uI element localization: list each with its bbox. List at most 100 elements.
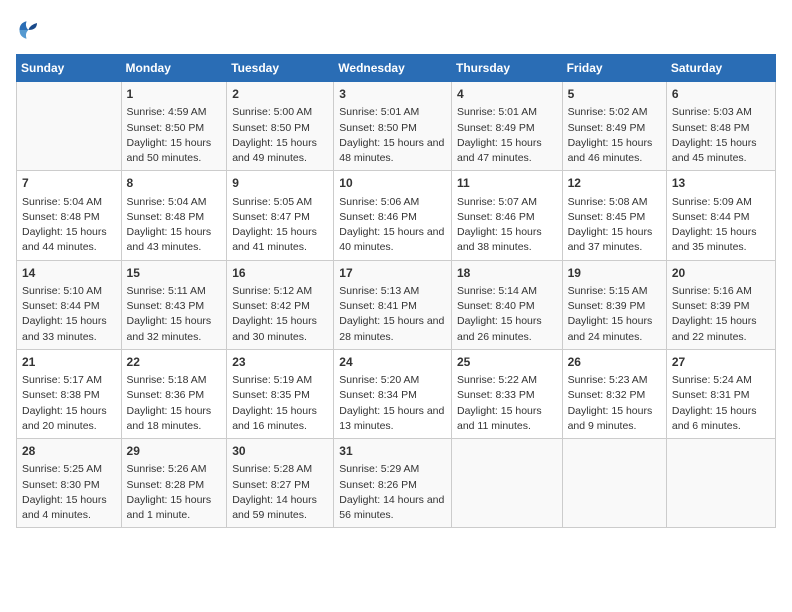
calendar-cell: 23 Sunrise: 5:19 AM Sunset: 8:35 PM Dayli…	[227, 349, 334, 438]
day-number: 25	[457, 354, 557, 371]
day-info: Sunrise: 5:29 AM Sunset: 8:26 PM Dayligh…	[339, 462, 446, 523]
day-number: 20	[672, 265, 770, 282]
calendar-cell: 24 Sunrise: 5:20 AM Sunset: 8:34 PM Dayli…	[334, 349, 452, 438]
day-number: 3	[339, 86, 446, 103]
day-info: Sunrise: 5:13 AM Sunset: 8:41 PM Dayligh…	[339, 284, 446, 345]
day-info: Sunrise: 5:20 AM Sunset: 8:34 PM Dayligh…	[339, 373, 446, 434]
day-info: Sunrise: 5:00 AM Sunset: 8:50 PM Dayligh…	[232, 105, 328, 166]
calendar-cell: 22 Sunrise: 5:18 AM Sunset: 8:36 PM Dayli…	[121, 349, 227, 438]
calendar-cell	[666, 439, 775, 528]
day-info: Sunrise: 5:04 AM Sunset: 8:48 PM Dayligh…	[127, 195, 222, 256]
day-info: Sunrise: 5:19 AM Sunset: 8:35 PM Dayligh…	[232, 373, 328, 434]
calendar-cell: 18Sunrise: 5:14 AM Sunset: 8:40 PM Dayli…	[451, 260, 562, 349]
col-header-thursday: Thursday	[451, 55, 562, 82]
calendar-cell: 4 Sunrise: 5:01 AM Sunset: 8:49 PM Daylig…	[451, 82, 562, 171]
col-header-tuesday: Tuesday	[227, 55, 334, 82]
day-info: Sunrise: 5:08 AM Sunset: 8:45 PM Dayligh…	[568, 195, 661, 256]
day-number: 6	[672, 86, 770, 103]
calendar-cell: 9 Sunrise: 5:05 AM Sunset: 8:47 PM Daylig…	[227, 171, 334, 260]
day-number: 23	[232, 354, 328, 371]
day-info: Sunrise: 5:16 AM Sunset: 8:39 PM Dayligh…	[672, 284, 770, 345]
day-number: 17	[339, 265, 446, 282]
calendar-cell: 7 Sunrise: 5:04 AM Sunset: 8:48 PM Daylig…	[17, 171, 122, 260]
day-number: 27	[672, 354, 770, 371]
calendar-cell: 20 Sunrise: 5:16 AM Sunset: 8:39 PM Dayli…	[666, 260, 775, 349]
col-header-saturday: Saturday	[666, 55, 775, 82]
day-number: 2	[232, 86, 328, 103]
calendar-cell	[562, 439, 666, 528]
day-number: 13	[672, 175, 770, 192]
day-info: Sunrise: 5:26 AM Sunset: 8:28 PM Dayligh…	[127, 462, 222, 523]
col-header-friday: Friday	[562, 55, 666, 82]
day-info: Sunrise: 5:02 AM Sunset: 8:49 PM Dayligh…	[568, 105, 661, 166]
day-number: 11	[457, 175, 557, 192]
calendar-cell	[451, 439, 562, 528]
calendar-table: SundayMondayTuesdayWednesdayThursdayFrid…	[16, 54, 776, 528]
calendar-cell: 6 Sunrise: 5:03 AM Sunset: 8:48 PM Daylig…	[666, 82, 775, 171]
day-number: 5	[568, 86, 661, 103]
logo	[16, 16, 48, 44]
day-info: Sunrise: 4:59 AM Sunset: 8:50 PM Dayligh…	[127, 105, 222, 166]
calendar-cell: 3 Sunrise: 5:01 AM Sunset: 8:50 PM Daylig…	[334, 82, 452, 171]
calendar-cell: 17 Sunrise: 5:13 AM Sunset: 8:41 PM Dayli…	[334, 260, 452, 349]
calendar-cell: 1 Sunrise: 4:59 AM Sunset: 8:50 PM Daylig…	[121, 82, 227, 171]
calendar-cell: 30Sunrise: 5:28 AM Sunset: 8:27 PM Dayli…	[227, 439, 334, 528]
day-number: 9	[232, 175, 328, 192]
day-info: Sunrise: 5:15 AM Sunset: 8:39 PM Dayligh…	[568, 284, 661, 345]
calendar-cell: 11 Sunrise: 5:07 AM Sunset: 8:46 PM Dayli…	[451, 171, 562, 260]
logo-icon	[16, 16, 44, 44]
day-number: 26	[568, 354, 661, 371]
day-info: Sunrise: 5:18 AM Sunset: 8:36 PM Dayligh…	[127, 373, 222, 434]
day-number: 4	[457, 86, 557, 103]
col-header-wednesday: Wednesday	[334, 55, 452, 82]
calendar-cell: 21 Sunrise: 5:17 AM Sunset: 8:38 PM Dayli…	[17, 349, 122, 438]
day-info: Sunrise: 5:22 AM Sunset: 8:33 PM Dayligh…	[457, 373, 557, 434]
day-info: Sunrise: 5:05 AM Sunset: 8:47 PM Dayligh…	[232, 195, 328, 256]
day-info: Sunrise: 5:10 AM Sunset: 8:44 PM Dayligh…	[22, 284, 116, 345]
col-header-sunday: Sunday	[17, 55, 122, 82]
day-number: 16	[232, 265, 328, 282]
day-info: Sunrise: 5:25 AM Sunset: 8:30 PM Dayligh…	[22, 462, 116, 523]
day-number: 28	[22, 443, 116, 460]
day-info: Sunrise: 5:03 AM Sunset: 8:48 PM Dayligh…	[672, 105, 770, 166]
calendar-cell: 27 Sunrise: 5:24 AM Sunset: 8:31 PM Dayli…	[666, 349, 775, 438]
day-number: 10	[339, 175, 446, 192]
calendar-cell: 13 Sunrise: 5:09 AM Sunset: 8:44 PM Dayli…	[666, 171, 775, 260]
day-info: Sunrise: 5:01 AM Sunset: 8:50 PM Dayligh…	[339, 105, 446, 166]
day-info: Sunrise: 5:14 AM Sunset: 8:40 PM Dayligh…	[457, 284, 557, 345]
day-info: Sunrise: 5:04 AM Sunset: 8:48 PM Dayligh…	[22, 195, 116, 256]
day-number: 19	[568, 265, 661, 282]
day-info: Sunrise: 5:12 AM Sunset: 8:42 PM Dayligh…	[232, 284, 328, 345]
day-number: 22	[127, 354, 222, 371]
calendar-cell: 28 Sunrise: 5:25 AM Sunset: 8:30 PM Dayli…	[17, 439, 122, 528]
day-info: Sunrise: 5:24 AM Sunset: 8:31 PM Dayligh…	[672, 373, 770, 434]
calendar-cell: 19 Sunrise: 5:15 AM Sunset: 8:39 PM Dayli…	[562, 260, 666, 349]
day-info: Sunrise: 5:28 AM Sunset: 8:27 PM Dayligh…	[232, 462, 328, 523]
day-info: Sunrise: 5:01 AM Sunset: 8:49 PM Dayligh…	[457, 105, 557, 166]
day-info: Sunrise: 5:17 AM Sunset: 8:38 PM Dayligh…	[22, 373, 116, 434]
calendar-cell: 14 Sunrise: 5:10 AM Sunset: 8:44 PM Dayli…	[17, 260, 122, 349]
day-info: Sunrise: 5:23 AM Sunset: 8:32 PM Dayligh…	[568, 373, 661, 434]
day-number: 31	[339, 443, 446, 460]
day-number: 21	[22, 354, 116, 371]
calendar-cell: 10 Sunrise: 5:06 AM Sunset: 8:46 PM Dayli…	[334, 171, 452, 260]
day-number: 1	[127, 86, 222, 103]
day-info: Sunrise: 5:09 AM Sunset: 8:44 PM Dayligh…	[672, 195, 770, 256]
calendar-cell: 31 Sunrise: 5:29 AM Sunset: 8:26 PM Dayli…	[334, 439, 452, 528]
calendar-cell: 2 Sunrise: 5:00 AM Sunset: 8:50 PM Daylig…	[227, 82, 334, 171]
calendar-cell: 16 Sunrise: 5:12 AM Sunset: 8:42 PM Dayli…	[227, 260, 334, 349]
calendar-cell: 12 Sunrise: 5:08 AM Sunset: 8:45 PM Dayli…	[562, 171, 666, 260]
day-number: 12	[568, 175, 661, 192]
calendar-cell: 5 Sunrise: 5:02 AM Sunset: 8:49 PM Daylig…	[562, 82, 666, 171]
calendar-cell: 8 Sunrise: 5:04 AM Sunset: 8:48 PM Daylig…	[121, 171, 227, 260]
calendar-cell: 25 Sunrise: 5:22 AM Sunset: 8:33 PM Dayli…	[451, 349, 562, 438]
calendar-cell: 29Sunrise: 5:26 AM Sunset: 8:28 PM Dayli…	[121, 439, 227, 528]
col-header-monday: Monday	[121, 55, 227, 82]
day-number: 24	[339, 354, 446, 371]
day-info: Sunrise: 5:06 AM Sunset: 8:46 PM Dayligh…	[339, 195, 446, 256]
day-info: Sunrise: 5:07 AM Sunset: 8:46 PM Dayligh…	[457, 195, 557, 256]
day-number: 7	[22, 175, 116, 192]
day-number: 14	[22, 265, 116, 282]
day-number: 8	[127, 175, 222, 192]
day-number: 15	[127, 265, 222, 282]
